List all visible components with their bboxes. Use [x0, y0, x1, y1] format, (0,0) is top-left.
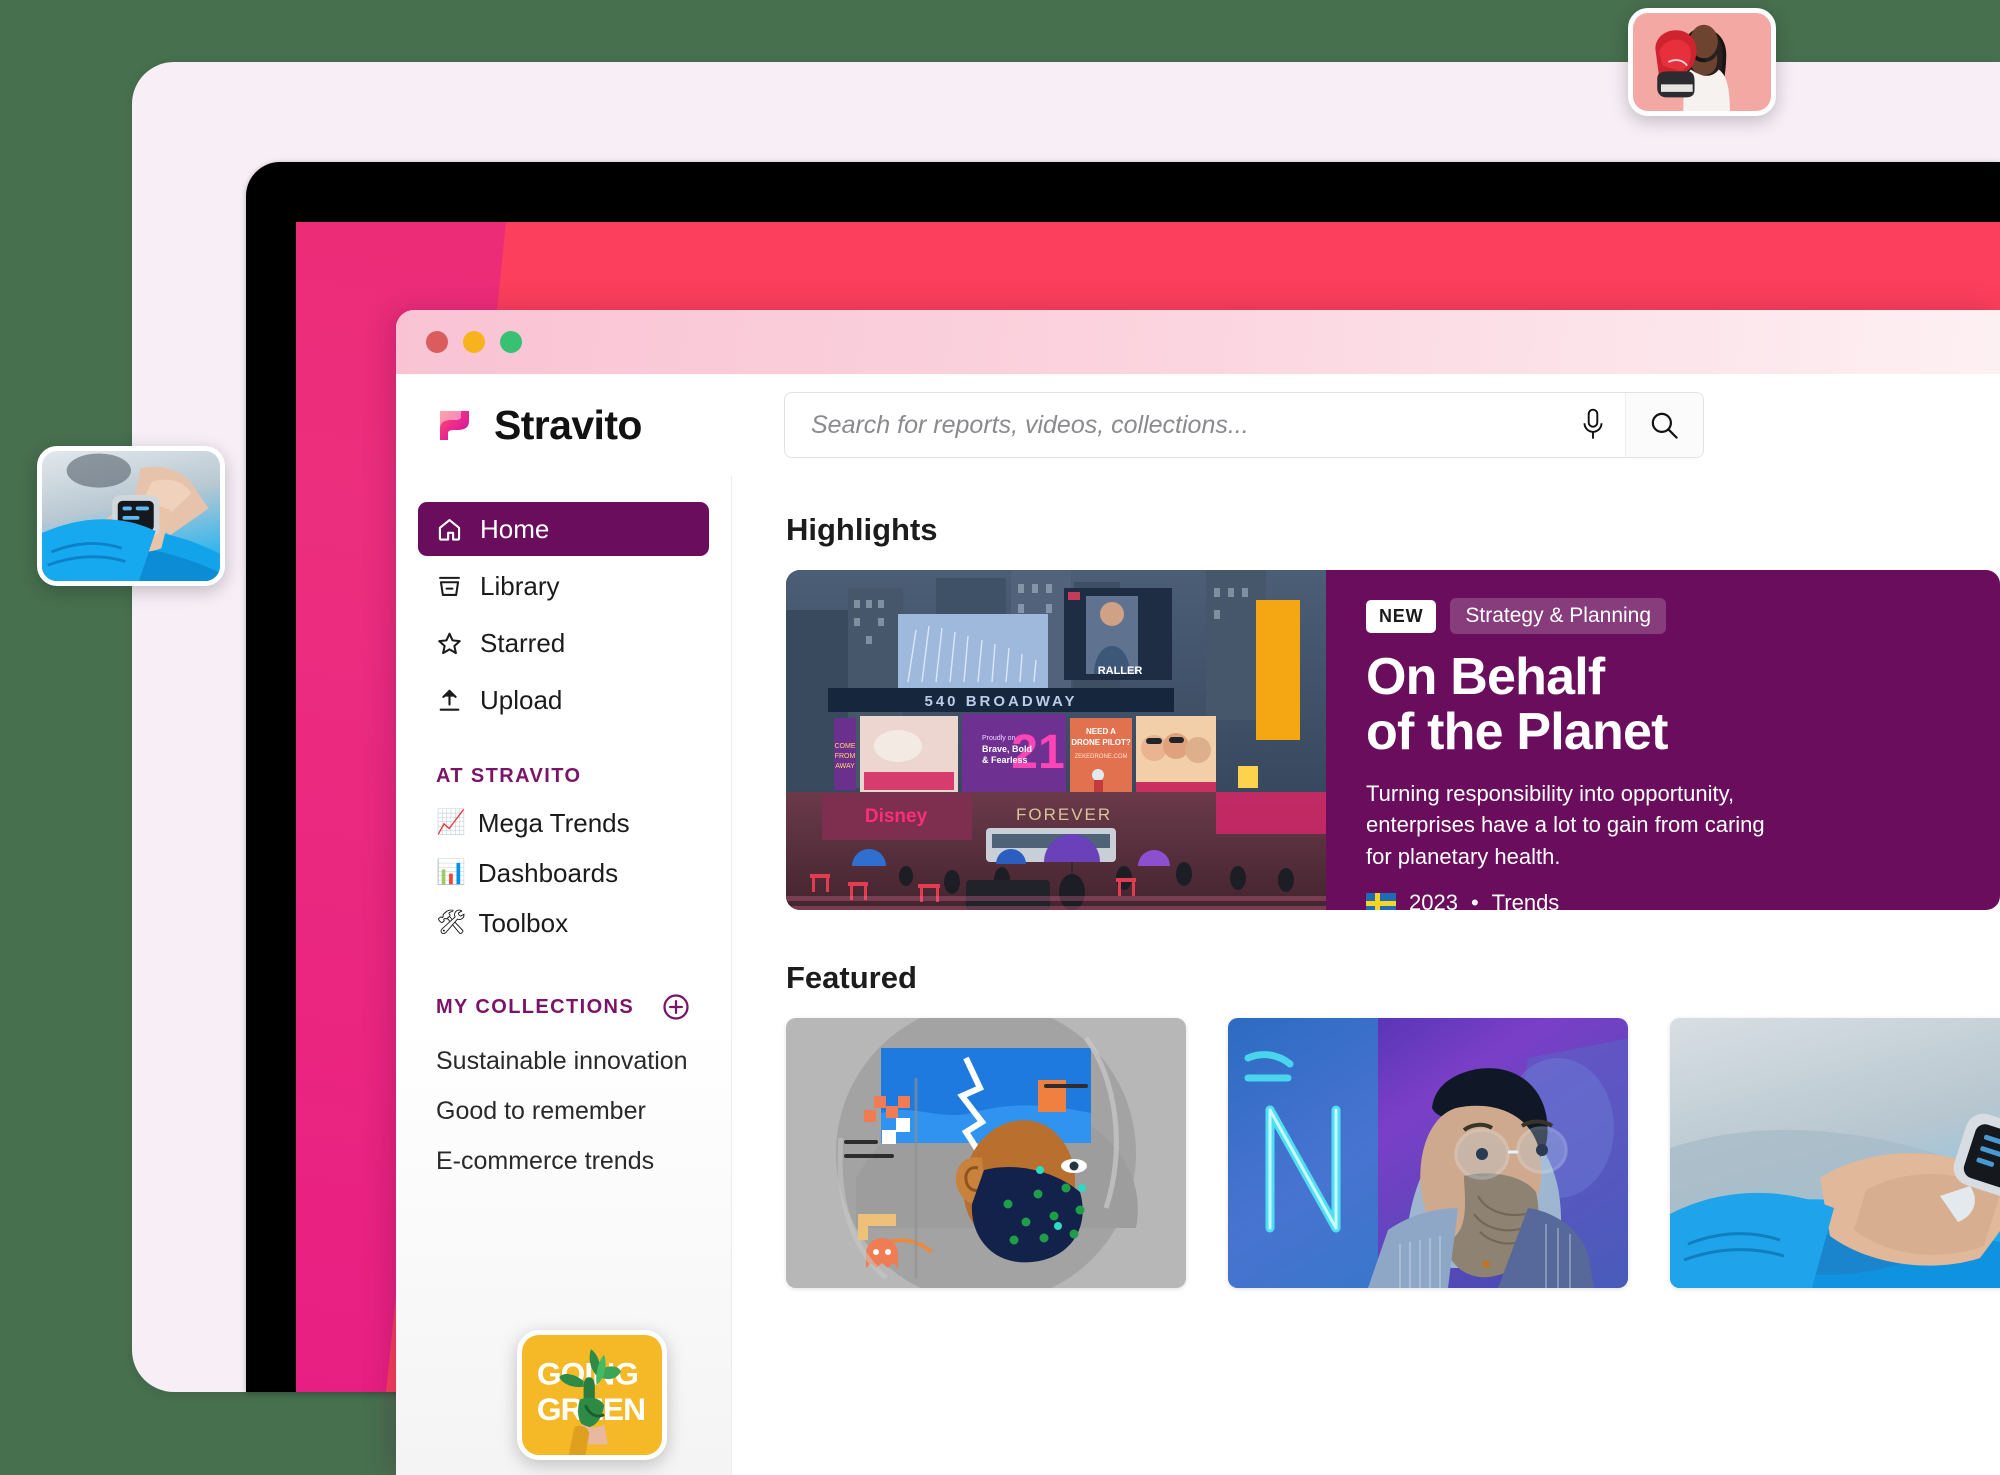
sidebar-item-upload[interactable]: Upload	[418, 673, 709, 727]
highlight-meta: 2023 • Trends	[1366, 890, 1966, 910]
brand-name: Stravito	[494, 401, 642, 448]
sidebar-item-label: Home	[480, 513, 550, 544]
sidebar-item-label: Mega Trends	[477, 807, 630, 838]
collection-item-good-to-remember[interactable]: Good to remember	[418, 1086, 709, 1136]
highlight-category: Trends	[1491, 889, 1560, 910]
highlight-image: RALLER 540 BROADWAY COME FROM AWAY 21 Pr…	[786, 570, 1326, 910]
sidebar-item-mega-trends[interactable]: 📈 Mega Trends	[418, 798, 709, 848]
featured-heading: Featured	[786, 960, 917, 995]
browser-titlebar	[396, 310, 2000, 374]
sidebar-item-home[interactable]: Home	[418, 502, 709, 556]
brand[interactable]: Stravito	[432, 402, 784, 449]
upload-icon	[436, 687, 463, 714]
svg-text:FROM: FROM	[835, 753, 856, 760]
minimize-button[interactable]	[463, 331, 485, 353]
collection-item-sustainable-innovation[interactable]: Sustainable innovation	[418, 1036, 709, 1086]
chart-increasing-icon: 📈	[436, 809, 466, 836]
svg-text:& Fearless: & Fearless	[982, 755, 1028, 765]
plus-circle-icon[interactable]	[661, 992, 691, 1022]
status-badge-new: NEW	[1366, 599, 1437, 633]
close-button[interactable]	[426, 331, 448, 353]
svg-text:ZEKEDRONE.COM: ZEKEDRONE.COM	[1074, 754, 1127, 760]
search-bar[interactable]	[784, 392, 1704, 458]
star-icon	[436, 630, 463, 657]
library-icon	[436, 573, 463, 600]
collection-label: Good to remember	[436, 1096, 646, 1125]
search-input[interactable]	[785, 393, 1561, 457]
featured-card-2[interactable]	[1228, 1018, 1628, 1288]
section-title-my-collections: MY COLLECTIONS	[436, 995, 635, 1018]
sidebar: Home Library Starred Upload AT STRAVITO …	[396, 476, 732, 1475]
highlight-title-line-2: of the Planet	[1366, 703, 1668, 762]
svg-text:540 BROADWAY: 540 BROADWAY	[925, 693, 1078, 710]
featured-cards	[786, 1018, 2000, 1288]
hammer-and-wrench-icon: 🛠	[436, 909, 467, 936]
sidebar-item-label: Starred	[480, 627, 566, 658]
highlight-title: On Behalf of the Planet	[1366, 648, 1966, 762]
sidebar-item-dashboards[interactable]: 📊 Dashboards	[418, 848, 709, 898]
search-button[interactable]	[1625, 393, 1703, 457]
category-badge: Strategy & Planning	[1450, 598, 1667, 634]
svg-text:FOREVER: FOREVER	[1016, 805, 1112, 824]
zoom-button[interactable]	[500, 331, 522, 353]
sidebar-item-label: Upload	[480, 684, 563, 715]
svg-text:Disney: Disney	[865, 806, 928, 827]
sidebar-item-library[interactable]: Library	[418, 559, 709, 613]
svg-text:NEED A: NEED A	[1086, 727, 1116, 736]
svg-text:Brave, Bold: Brave, Bold	[982, 744, 1032, 754]
boxing-glove-thumbnail[interactable]	[1628, 8, 1776, 116]
highlight-title-line-1: On Behalf	[1366, 648, 1605, 706]
highlight-body: NEW Strategy & Planning On Behalf of the…	[1326, 570, 2000, 910]
highlight-separator: •	[1470, 889, 1479, 910]
going-green-thumbnail[interactable]: GOING GREEN	[517, 1330, 667, 1460]
section-header-my-collections: MY COLLECTIONS	[436, 992, 691, 1022]
sidebar-item-toolbox[interactable]: 🛠 Toolbox	[418, 898, 709, 948]
smartwatch-thumbnail[interactable]	[37, 446, 225, 586]
home-icon	[436, 516, 463, 543]
svg-text:COME: COME	[835, 743, 856, 750]
collection-label: E-commerce trends	[436, 1146, 655, 1175]
flag-sweden-icon	[1366, 892, 1396, 910]
app-header: Stravito	[396, 374, 2000, 476]
svg-text:DRONE PILOT?: DRONE PILOT?	[1071, 738, 1131, 747]
browser-window: Stravito Search for reports, videos, col…	[396, 310, 2000, 1475]
highlight-card[interactable]: RALLER 540 BROADWAY COME FROM AWAY 21 Pr…	[786, 570, 2000, 910]
sidebar-item-label: Toolbox	[478, 907, 569, 938]
svg-text:RALLER: RALLER	[1098, 665, 1143, 677]
microphone-icon[interactable]	[1561, 393, 1625, 457]
main-content: Highlights RALLER 540 BROADWAY COME FROM…	[732, 476, 2000, 1475]
sidebar-item-label: Dashboards	[477, 857, 619, 888]
scene: Stravito Search for reports, videos, col…	[0, 0, 2000, 1475]
sidebar-item-starred[interactable]: Starred	[418, 616, 709, 670]
highlight-description: Turning responsibility into opportunity,…	[1366, 781, 1765, 869]
bar-chart-icon: 📊	[436, 859, 466, 886]
sidebar-item-label: Library	[480, 570, 560, 601]
svg-text:Proudly on: Proudly on	[982, 735, 1016, 742]
highlights-heading: Highlights	[786, 512, 938, 547]
featured-card-1[interactable]	[786, 1018, 1186, 1288]
featured-card-3[interactable]	[1670, 1018, 2000, 1288]
highlight-year: 2023	[1409, 889, 1458, 910]
collection-label: Sustainable innovation	[436, 1046, 688, 1075]
app-body: Home Library Starred Upload AT STRAVITO …	[396, 476, 2000, 1475]
collection-item-e-commerce-trends[interactable]: E-commerce trends	[418, 1136, 709, 1186]
svg-text:AWAY: AWAY	[835, 763, 855, 770]
highlight-badges: NEW Strategy & Planning	[1366, 598, 1966, 634]
section-title-at-stravito: AT STRAVITO	[436, 765, 582, 787]
stravito-logo-icon	[432, 403, 477, 448]
